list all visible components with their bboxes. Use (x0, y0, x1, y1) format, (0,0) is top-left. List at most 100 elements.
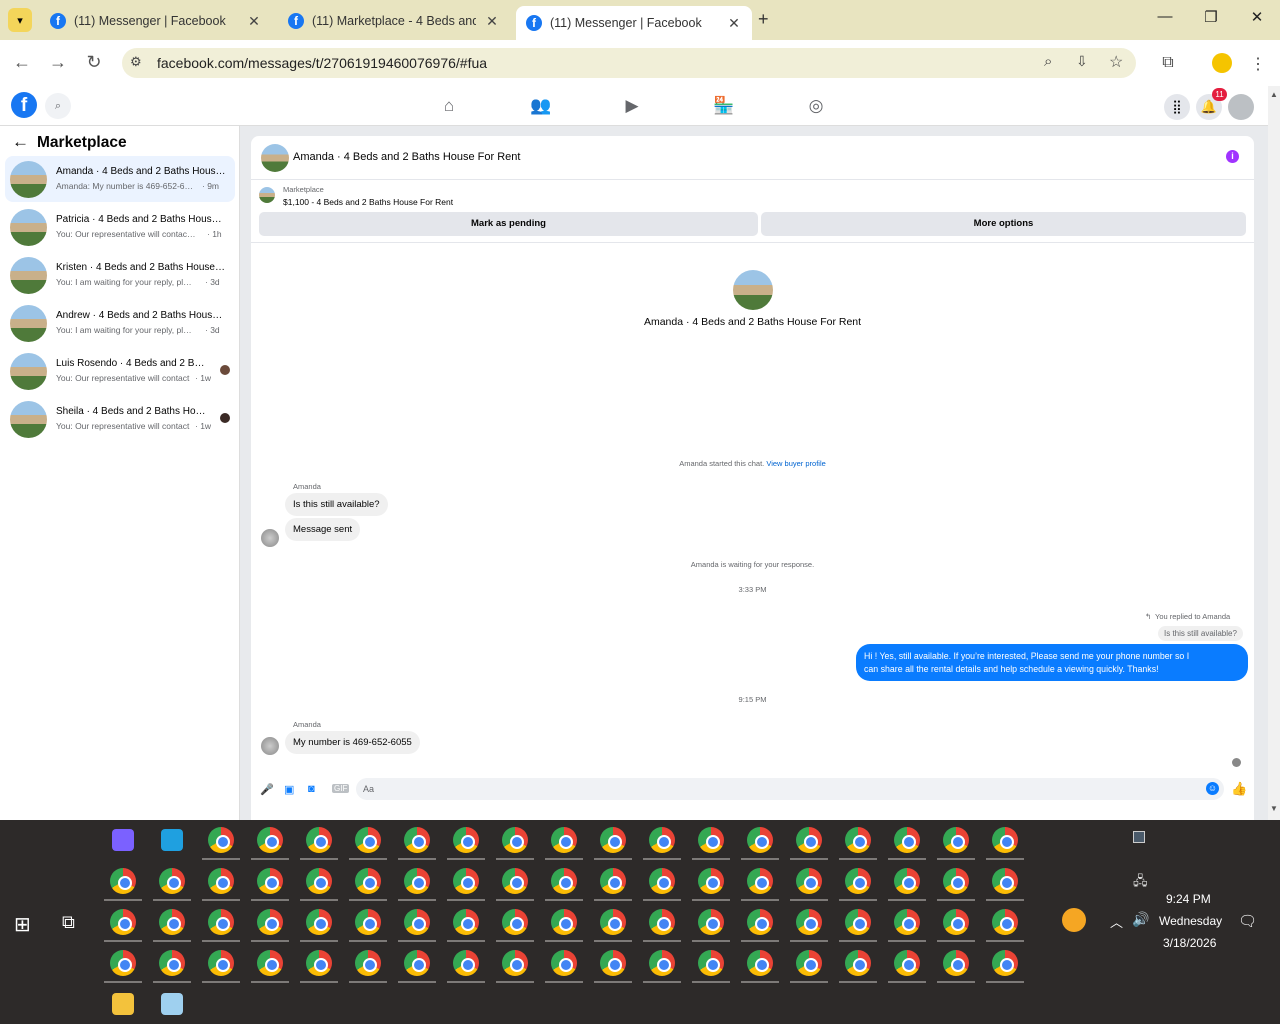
chrome-profile-taskbar-icon[interactable] (600, 909, 626, 935)
sticker-icon[interactable]: ◙ (308, 783, 315, 795)
task-view-icon[interactable]: ⧉ (62, 912, 75, 933)
chrome-profile-taskbar-icon[interactable] (551, 827, 577, 853)
outgoing-message[interactable]: Hi ! Yes, still available. If you’re int… (856, 644, 1248, 681)
network-icon[interactable]: 🖧 (1133, 872, 1148, 894)
chrome-profile-taskbar-icon[interactable] (992, 909, 1018, 935)
view-buyer-profile-link[interactable]: View buyer profile (766, 459, 825, 468)
chrome-profile-taskbar-icon[interactable] (355, 950, 381, 976)
chrome-profile-taskbar-icon[interactable] (747, 868, 773, 894)
chrome-profile-taskbar-icon[interactable] (306, 868, 332, 894)
chrome-profile-taskbar-icon[interactable] (845, 909, 871, 935)
chrome-profile-taskbar-icon[interactable] (845, 950, 871, 976)
chrome-profile-taskbar-icon[interactable] (551, 868, 577, 894)
incoming-message[interactable]: Message sent (285, 518, 361, 541)
profile-avatar[interactable] (733, 270, 773, 310)
chrome-profile-taskbar-icon[interactable] (306, 950, 332, 976)
chrome-profile-taskbar-icon[interactable] (894, 827, 920, 853)
chrome-profile-taskbar-icon[interactable] (257, 909, 283, 935)
notification-center-icon[interactable]: 🗨 (1238, 912, 1257, 930)
groups-icon[interactable]: ◎ (805, 96, 827, 116)
conversation-item-patricia[interactable]: Patricia · 4 Beds and 2 Baths House For … (5, 204, 235, 250)
tab-marketplace[interactable]: f (11) Marketplace - 4 Beds and 2 Baths … (278, 6, 510, 36)
chrome-profile-taskbar-icon[interactable] (698, 868, 724, 894)
conversation-item-amanda[interactable]: Amanda · 4 Beds and 2 Baths House For Re… (5, 156, 235, 202)
chrome-profile-taskbar-icon[interactable] (600, 827, 626, 853)
facebook-logo-icon[interactable]: f (11, 92, 37, 118)
extensions-icon[interactable]: ⧉ (1158, 54, 1178, 72)
bookmark-star-icon[interactable]: ☆ (1109, 52, 1123, 72)
chrome-profile-taskbar-icon[interactable] (796, 950, 822, 976)
copilot-icon[interactable] (112, 829, 134, 851)
search-icon[interactable]: ⌕ (45, 93, 71, 119)
conversation-item-luis-rosendo[interactable]: Luis Rosendo · 4 Beds and 2 Baths House … (5, 348, 235, 394)
friends-icon[interactable]: 👥 (530, 96, 552, 116)
chrome-profile-taskbar-icon[interactable] (208, 909, 234, 935)
weather-icon[interactable] (1062, 908, 1086, 932)
chrome-profile-taskbar-icon[interactable] (110, 909, 136, 935)
chrome-profile-taskbar-icon[interactable] (159, 868, 185, 894)
tab-messenger-active[interactable]: f (11) Messenger | Facebook ✕ (516, 6, 752, 40)
thumbs-up-icon[interactable]: 👍 (1231, 781, 1247, 797)
back-arrow-icon[interactable]: ← (12, 132, 29, 152)
chrome-profile-taskbar-icon[interactable] (992, 827, 1018, 853)
restore-icon[interactable]: ❐ (1196, 8, 1226, 32)
chrome-profile-taskbar-icon[interactable] (453, 827, 479, 853)
tray-overflow-icon[interactable]: ︿ (1110, 912, 1123, 931)
install-app-icon[interactable]: ⇩ (1076, 53, 1088, 70)
chrome-profile-taskbar-icon[interactable] (698, 950, 724, 976)
chrome-profile-taskbar-icon[interactable] (355, 909, 381, 935)
chrome-profile-taskbar-icon[interactable] (502, 950, 528, 976)
conversation-item-kristen[interactable]: Kristen · 4 Beds and 2 Baths House For R… (5, 252, 235, 298)
scroll-down-icon[interactable]: ▼ (1270, 804, 1278, 813)
page-scrollbar[interactable]: ▲ ▼ (1268, 86, 1280, 820)
chrome-profile-taskbar-icon[interactable] (502, 909, 528, 935)
chrome-profile-taskbar-icon[interactable] (453, 868, 479, 894)
volume-icon[interactable]: 🔊 (1132, 911, 1149, 928)
chrome-profile-taskbar-icon[interactable] (943, 950, 969, 976)
chrome-profile-taskbar-icon[interactable] (796, 868, 822, 894)
clock-time[interactable]: 9:24 PM (1166, 892, 1211, 906)
chrome-profile-taskbar-icon[interactable] (992, 868, 1018, 894)
chrome-profile-taskbar-icon[interactable] (649, 868, 675, 894)
chrome-profile-taskbar-icon[interactable] (894, 950, 920, 976)
chrome-profile-taskbar-icon[interactable] (796, 827, 822, 853)
windows-start-icon[interactable]: ⊞ (14, 912, 31, 937)
video-icon[interactable]: ▶ (621, 96, 643, 116)
minimize-icon[interactable]: — (1150, 8, 1180, 32)
back-icon[interactable]: ← (11, 52, 33, 73)
new-tab-button[interactable]: + (758, 9, 769, 30)
chrome-profile-taskbar-icon[interactable] (404, 827, 430, 853)
chrome-profile-taskbar-icon[interactable] (159, 950, 185, 976)
emoji-icon[interactable]: ☺ (1206, 782, 1219, 795)
chrome-profile-taskbar-icon[interactable] (355, 827, 381, 853)
browser-menu-icon[interactable]: ⋮ (1248, 54, 1268, 74)
message-input[interactable]: Aa ☺ (356, 778, 1224, 800)
chat-header-avatar[interactable] (261, 144, 289, 172)
address-bar[interactable]: ⚙ facebook.com/messages/t/27061919460076… (122, 48, 1136, 78)
zoom-icon[interactable]: ⌕ (1044, 53, 1052, 70)
incoming-message[interactable]: Is this still available? (285, 493, 388, 516)
info-icon[interactable]: i (1226, 150, 1239, 163)
chat-header-title[interactable]: Amanda · 4 Beds and 2 Baths House For Re… (293, 151, 520, 163)
chrome-profile-taskbar-icon[interactable] (649, 827, 675, 853)
chrome-profile-taskbar-icon[interactable] (649, 950, 675, 976)
chrome-profile-taskbar-icon[interactable] (698, 909, 724, 935)
chrome-profile-taskbar-icon[interactable] (894, 868, 920, 894)
chrome-profile-taskbar-icon[interactable] (110, 868, 136, 894)
chrome-profile-taskbar-icon[interactable] (943, 909, 969, 935)
close-icon[interactable]: ✕ (726, 15, 742, 32)
profile-avatar-icon[interactable] (1212, 53, 1232, 73)
more-options-button[interactable]: More options (761, 212, 1246, 236)
chrome-profile-taskbar-icon[interactable] (600, 868, 626, 894)
chrome-profile-taskbar-icon[interactable] (159, 909, 185, 935)
chrome-profile-taskbar-icon[interactable] (747, 827, 773, 853)
chrome-profile-taskbar-icon[interactable] (404, 868, 430, 894)
close-icon[interactable]: ✕ (246, 13, 262, 30)
reload-icon[interactable]: ↻ (83, 52, 105, 73)
chrome-profile-taskbar-icon[interactable] (943, 868, 969, 894)
chrome-profile-taskbar-icon[interactable] (453, 950, 479, 976)
tab-search-button[interactable]: ▾ (8, 8, 32, 32)
edge-icon[interactable] (161, 829, 183, 851)
chrome-profile-taskbar-icon[interactable] (845, 868, 871, 894)
window-close-icon[interactable]: ✕ (1242, 8, 1272, 32)
